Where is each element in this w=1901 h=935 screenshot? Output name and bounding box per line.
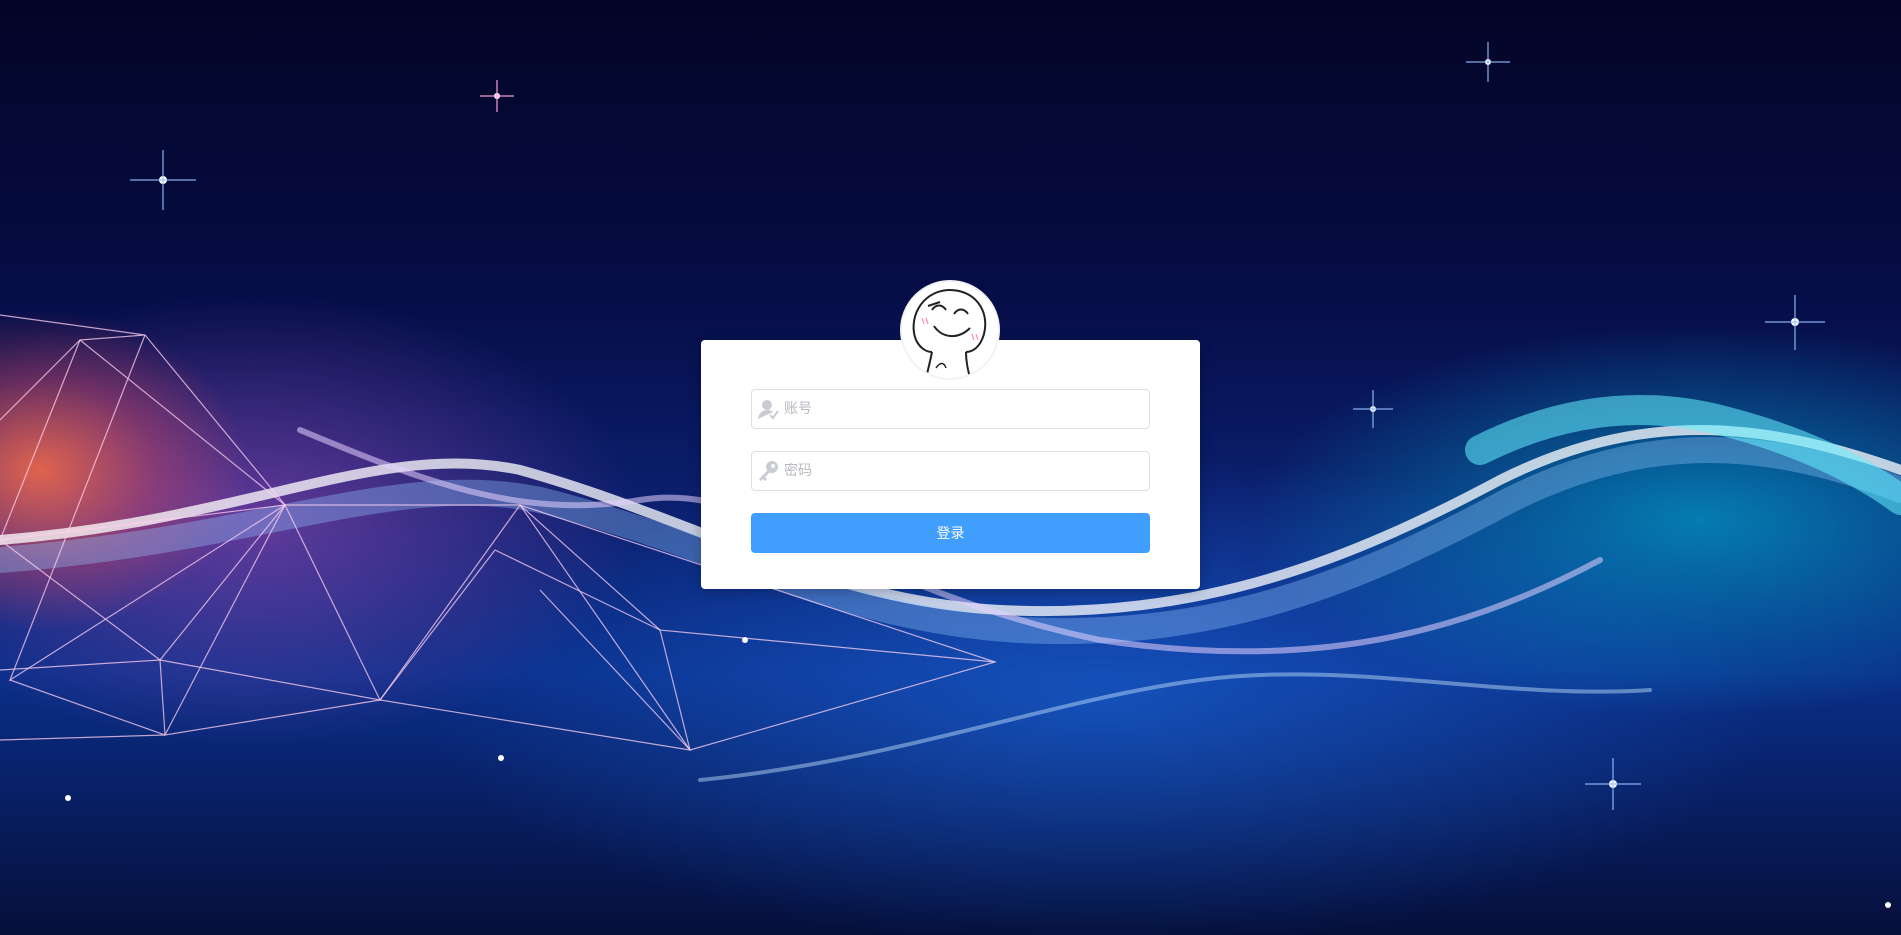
password-field[interactable]: [751, 451, 1150, 491]
username-input[interactable]: [784, 391, 1149, 427]
login-button[interactable]: 登录: [751, 513, 1150, 553]
avatar: [900, 280, 1000, 380]
key-icon: [752, 452, 784, 490]
smiley-face-avatar: [902, 282, 998, 378]
password-input[interactable]: [784, 453, 1149, 489]
user-icon: [752, 390, 784, 428]
username-field[interactable]: [751, 389, 1150, 429]
